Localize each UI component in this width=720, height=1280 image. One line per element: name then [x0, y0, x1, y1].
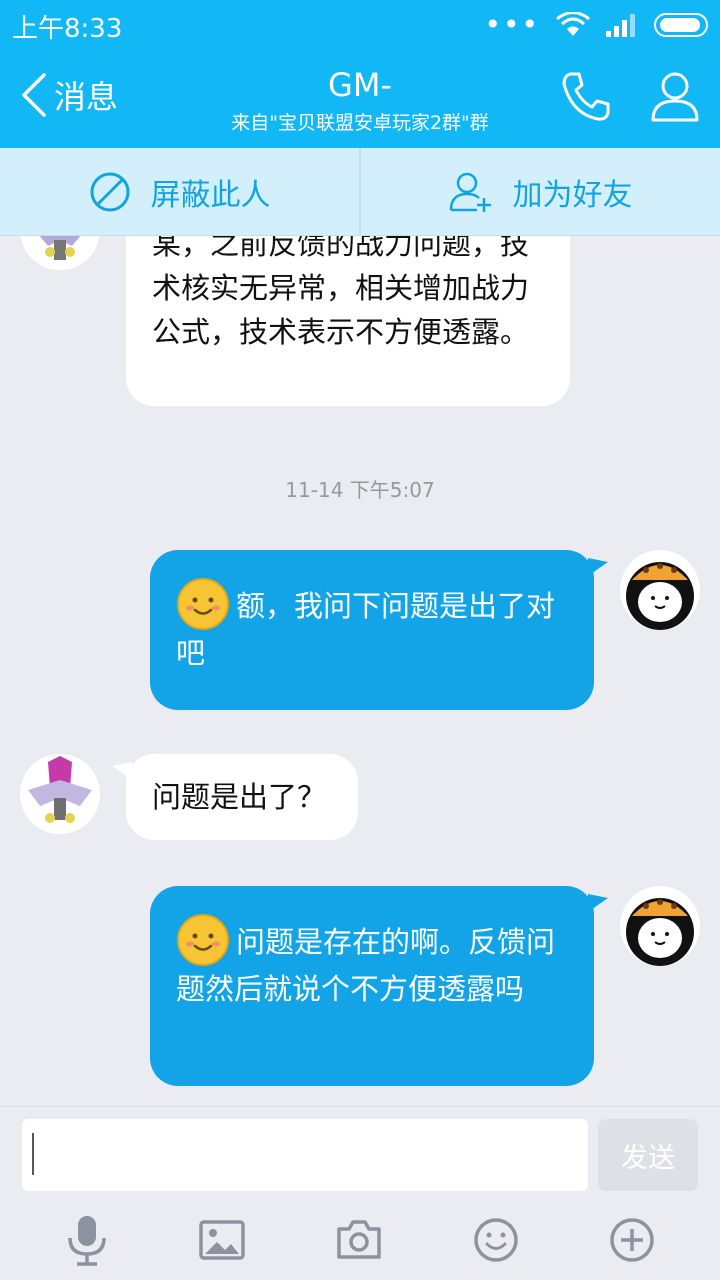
bubble-tail: [588, 894, 608, 912]
compose-toolbar: [0, 1203, 720, 1277]
status-time: 上午8:33: [12, 14, 123, 44]
add-friend-label: 加为好友: [512, 177, 633, 213]
message-bubble-self[interactable]: 问题是存在的啊。反馈问题然后就说个不方便透露吗: [150, 886, 594, 1086]
message-list[interactable]: 某，之前反馈的战力问题，技术核实无异常，相关增加战力公式，技术表示不方便透露。 …: [0, 236, 720, 1106]
gm-avatar[interactable]: [20, 236, 100, 270]
add-friend-button[interactable]: 加为好友: [361, 148, 720, 235]
message-text: 额，我问下问题是出了对吧: [176, 589, 556, 670]
signal-icon: [606, 14, 635, 37]
status-icons: •••: [484, 8, 708, 42]
header-actions: [560, 70, 700, 122]
profile-icon[interactable]: [650, 70, 700, 122]
plus-icon[interactable]: [609, 1217, 655, 1263]
my-avatar[interactable]: [620, 886, 700, 966]
status-bar: 上午8:33 •••: [0, 0, 720, 50]
message-input[interactable]: [22, 1119, 588, 1191]
bubble-tail: [588, 558, 608, 576]
more-dots-icon: •••: [484, 8, 540, 41]
add-friend-icon: [449, 172, 491, 212]
smile-emoji-icon: [177, 914, 229, 966]
phone-icon[interactable]: [560, 70, 610, 122]
title-bar: 上午8:33 ••• 消息 GM- 来自"宝贝联盟安卓玩家2群"群: [0, 0, 720, 148]
message-bubble[interactable]: 问题是出了？: [126, 754, 358, 840]
message-timestamp: 11-14 下午5:07: [285, 478, 435, 502]
block-user-button[interactable]: 屏蔽此人: [0, 148, 361, 235]
smile-emoji-icon: [177, 578, 229, 630]
message-bubble-self[interactable]: 额，我问下问题是出了对吧: [150, 550, 594, 710]
block-label: 屏蔽此人: [150, 177, 271, 213]
compose-bar: 发送: [0, 1106, 720, 1280]
image-icon[interactable]: [199, 1220, 245, 1260]
gm-avatar[interactable]: [20, 754, 100, 834]
send-button[interactable]: 发送: [598, 1119, 698, 1191]
emoji-icon[interactable]: [473, 1217, 519, 1263]
wifi-icon: [556, 12, 590, 36]
my-avatar[interactable]: [620, 550, 700, 630]
message-text: 问题是存在的啊。反馈问题然后就说个不方便透露吗: [176, 925, 556, 1006]
battery-icon: [654, 13, 708, 37]
text-caret: [32, 1133, 34, 1175]
message-bubble[interactable]: 某，之前反馈的战力问题，技术核实无异常，相关增加战力公式，技术表示不方便透露。: [126, 236, 570, 406]
microphone-icon[interactable]: [65, 1214, 109, 1266]
camera-icon[interactable]: [335, 1219, 383, 1261]
block-icon: [90, 172, 129, 211]
stranger-action-bar: 屏蔽此人 加为好友: [0, 148, 720, 236]
